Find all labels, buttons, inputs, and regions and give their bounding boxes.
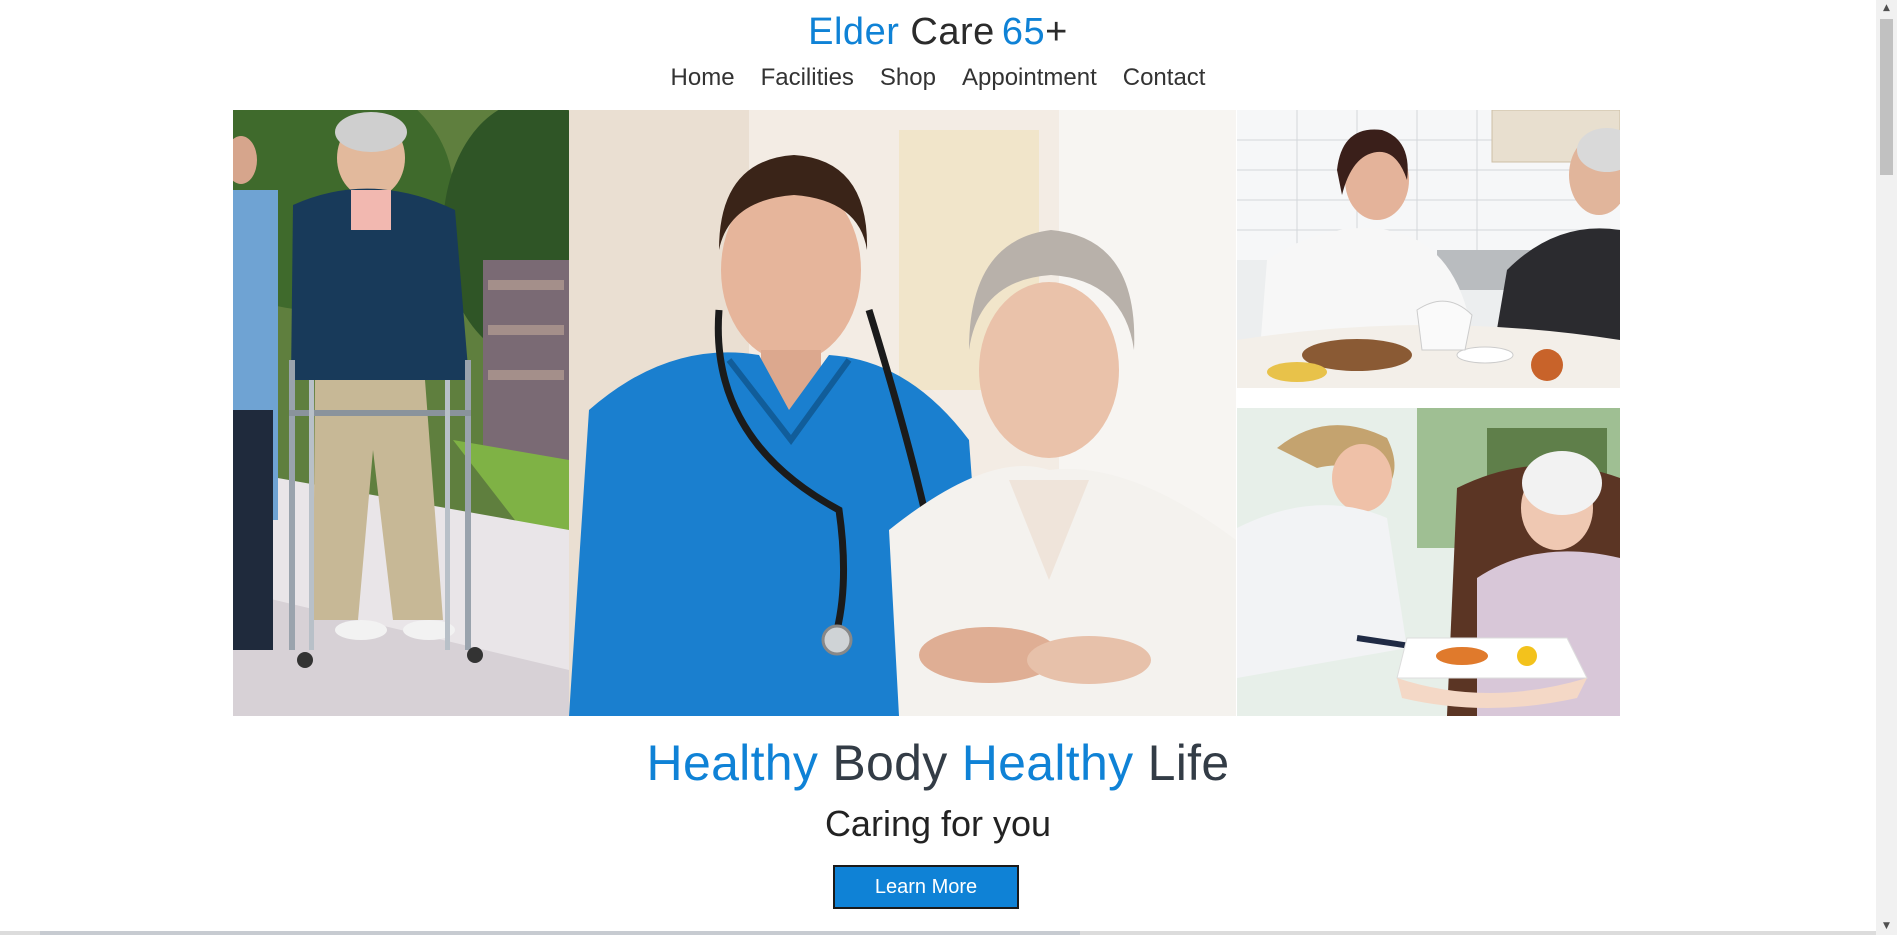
nav-home[interactable]: Home <box>671 60 735 96</box>
headline-word-3: Healthy <box>961 735 1134 791</box>
nav-shop[interactable]: Shop <box>880 60 936 96</box>
brand-word-care: Care <box>910 11 995 53</box>
brand-number: 65 <box>1001 11 1046 53</box>
photo-nurse-and-senior <box>569 110 1236 716</box>
learn-more-button[interactable]: Learn More <box>833 865 1019 909</box>
hero-subheading: Caring for you <box>824 803 1052 844</box>
photo-senior-with-walker <box>233 110 569 716</box>
horizontal-scrollbar[interactable] <box>0 931 1876 935</box>
vertical-scrollbar[interactable]: ▲ ▼ <box>1876 0 1897 935</box>
hero-collage <box>233 110 1620 716</box>
brand-word-elder: Elder <box>808 11 900 53</box>
photo-meal-service <box>1237 408 1620 716</box>
nav-contact[interactable]: Contact <box>1123 60 1206 96</box>
brand-plus: + <box>1045 11 1068 53</box>
headline-word-4: Life <box>1147 735 1230 791</box>
hero-headline: Healthy Body Healthy Life <box>0 730 1876 796</box>
nav-facilities[interactable]: Facilities <box>761 60 854 96</box>
page: Elder Care 65+ Home Facilities Shop Appo… <box>0 0 1897 935</box>
headline-word-2: Body <box>832 735 948 791</box>
vertical-scrollbar-thumb[interactable] <box>1880 19 1893 175</box>
nav-appointment[interactable]: Appointment <box>962 60 1097 96</box>
photo-kitchen-care <box>1237 110 1620 388</box>
horizontal-scrollbar-thumb[interactable] <box>40 931 1080 935</box>
main-nav: Home Facilities Shop Appointment Contact <box>0 60 1876 96</box>
scroll-up-arrow-icon[interactable]: ▲ <box>1876 0 1897 17</box>
site-logo[interactable]: Elder Care 65+ <box>0 8 1876 56</box>
headline-word-1: Healthy <box>646 735 819 791</box>
scroll-down-arrow-icon[interactable]: ▼ <box>1876 918 1897 935</box>
